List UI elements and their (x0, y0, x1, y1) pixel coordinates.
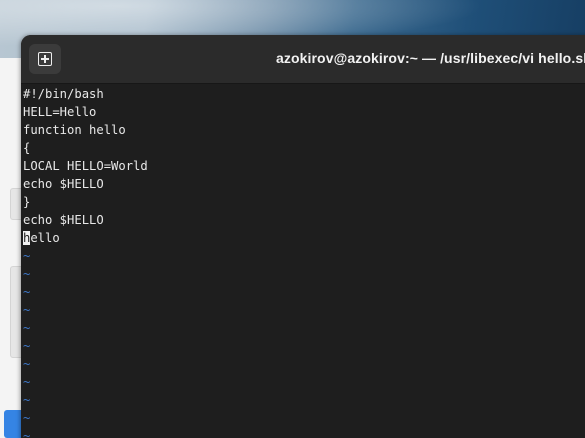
new-tab-icon (38, 52, 52, 66)
empty-lines: ~ ~ ~ ~ ~ ~ ~ ~ ~ ~ ~ (23, 247, 148, 438)
editor-line-rest: ello (30, 231, 60, 245)
editor-line: echo $HELLO (23, 213, 104, 227)
empty-line-marker: ~ (23, 411, 31, 425)
terminal-window[interactable]: azokirov@azokirov:~ — /usr/libexec/vi he… (21, 35, 585, 438)
new-tab-button[interactable] (29, 44, 61, 74)
empty-line-marker: ~ (23, 375, 31, 389)
empty-line-marker: ~ (23, 393, 31, 407)
editor-line: { (23, 141, 31, 155)
empty-line-marker: ~ (23, 249, 31, 263)
empty-line-marker: ~ (23, 267, 31, 281)
editor-line: echo $HELLO (23, 177, 104, 191)
empty-line-marker: ~ (23, 285, 31, 299)
terminal-titlebar[interactable]: azokirov@azokirov:~ — /usr/libexec/vi he… (21, 35, 585, 84)
editor-line: function hello (23, 123, 126, 137)
editor-line: LOCAL HELLO=World (23, 159, 148, 173)
window-title: azokirov@azokirov:~ — /usr/libexec/vi he… (276, 50, 585, 66)
editor-line-cursor: hello (23, 229, 148, 247)
empty-line-marker: ~ (23, 357, 31, 371)
background-window-accent (4, 410, 22, 438)
editor-line: HELL=Hello (23, 105, 97, 119)
empty-line-marker: ~ (23, 339, 31, 353)
vi-editor-buffer[interactable]: #!/bin/bash HELL=Hello function hello { … (23, 85, 148, 438)
editor-line: } (23, 195, 31, 209)
empty-line-marker: ~ (23, 321, 31, 335)
editor-line: #!/bin/bash (23, 87, 104, 101)
empty-line-marker: ~ (23, 303, 31, 317)
empty-line-marker: ~ (23, 429, 31, 438)
